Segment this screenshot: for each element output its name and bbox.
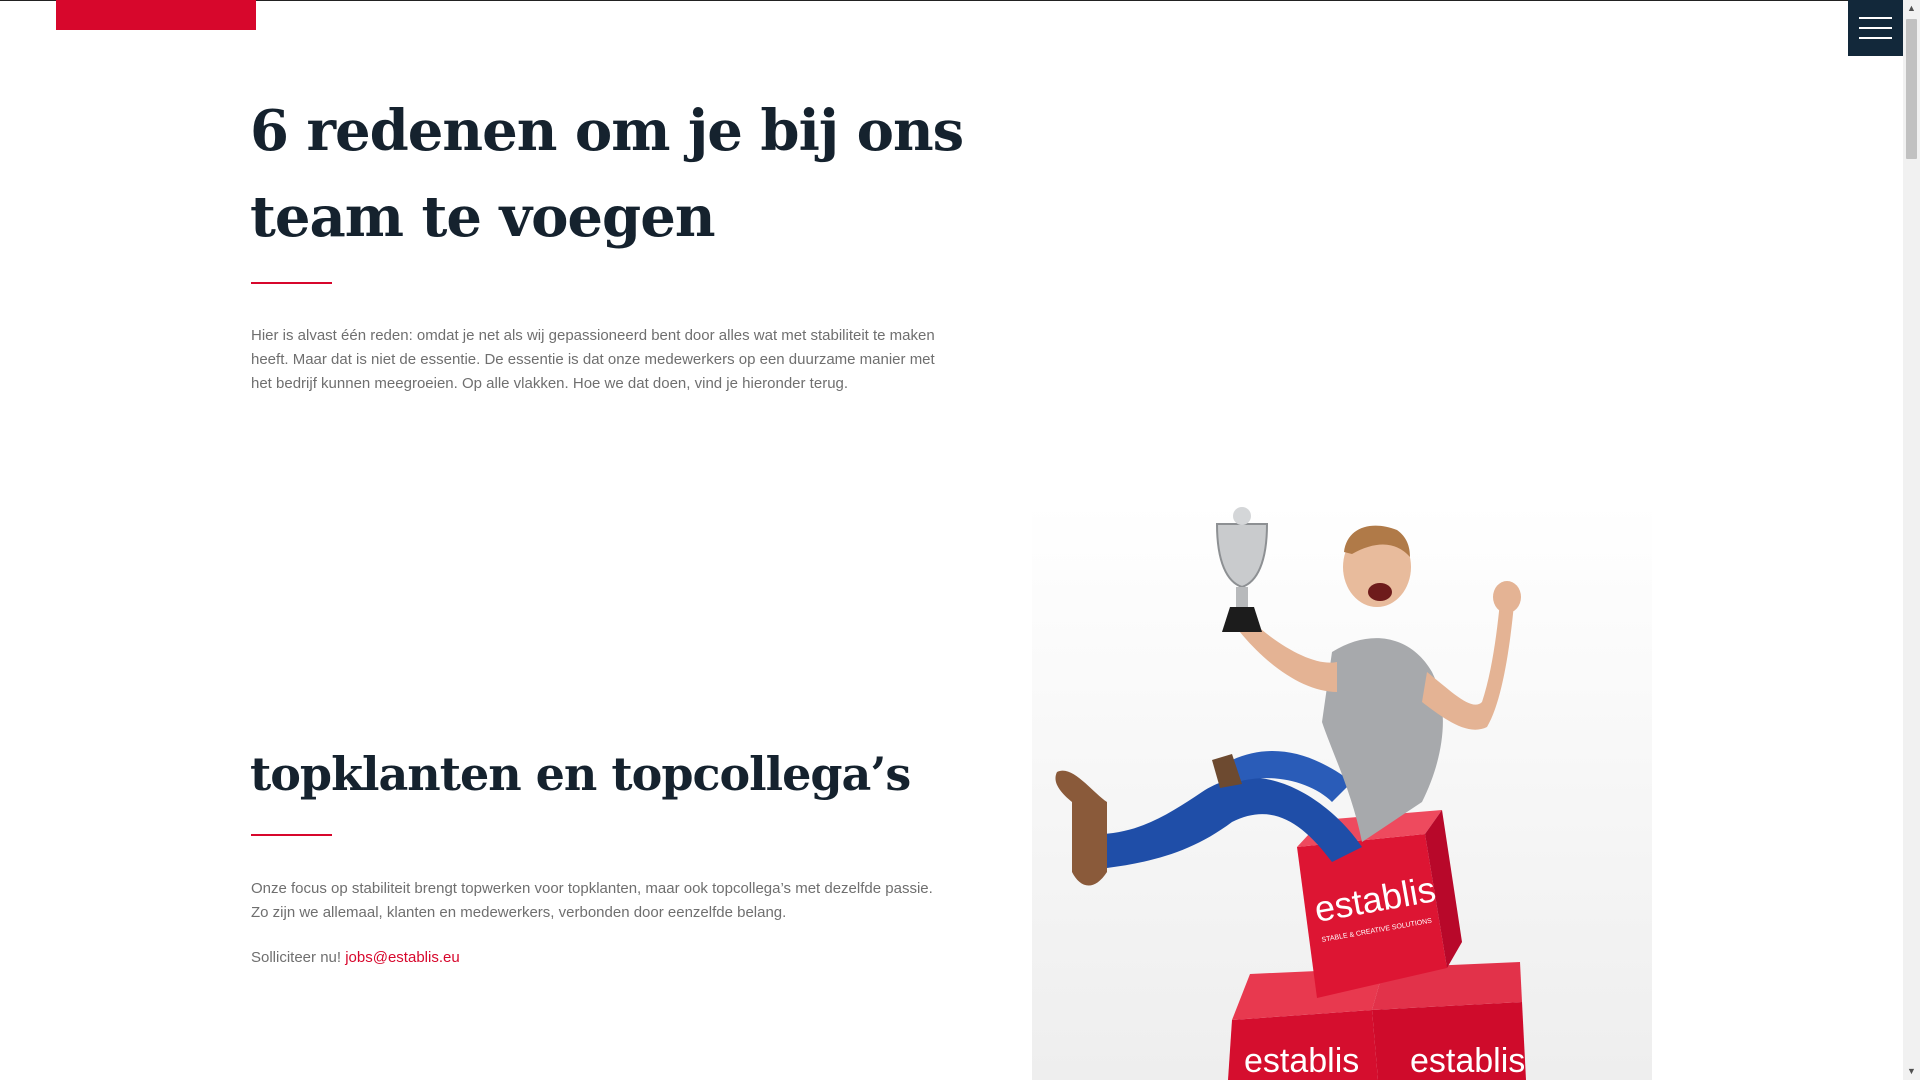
cube-brand-text-left: establis (1244, 1042, 1359, 1080)
team-photo: establis STABLE & CREATIVE SOLUTIONS est… (1032, 502, 1652, 1080)
cube-brand-text-right: establis (1410, 1042, 1525, 1080)
apply-label: Solliciteer nu! (251, 949, 342, 966)
section-paragraph: Onze focus op stabiliteit brengt topwerk… (251, 880, 933, 921)
apply-line: Solliciteer nu! jobs@establis.eu (251, 946, 460, 970)
section-accent-line (251, 834, 332, 836)
raised-fist (1493, 581, 1521, 613)
page-scrollbar[interactable]: ▲ ▼ (1903, 0, 1920, 1080)
apply-email-link[interactable]: jobs@establis.eu (345, 949, 459, 966)
logo-tab[interactable] (56, 0, 256, 30)
celebrating-man-illustration: establis STABLE & CREATIVE SOLUTIONS est… (1032, 502, 1652, 1080)
hamburger-menu-icon-line (1859, 37, 1892, 39)
scrollbar-thumb[interactable] (1906, 19, 1917, 159)
page-title: 6 redenen om je bij ons team te voegen (250, 98, 964, 250)
hamburger-menu-icon-line (1859, 27, 1892, 29)
scroll-down-arrow-icon[interactable]: ▼ (1903, 1063, 1920, 1080)
scroll-up-arrow-icon[interactable]: ▲ (1903, 0, 1920, 17)
section-title: topklanten en topcollega’s (250, 747, 911, 801)
intro-paragraph: Hier is alvast één reden: omdat je net a… (251, 327, 935, 392)
hamburger-menu-icon-line (1859, 17, 1892, 19)
menu-button[interactable] (1848, 0, 1903, 56)
title-accent-line (251, 282, 332, 284)
top-border (0, 0, 1903, 1)
